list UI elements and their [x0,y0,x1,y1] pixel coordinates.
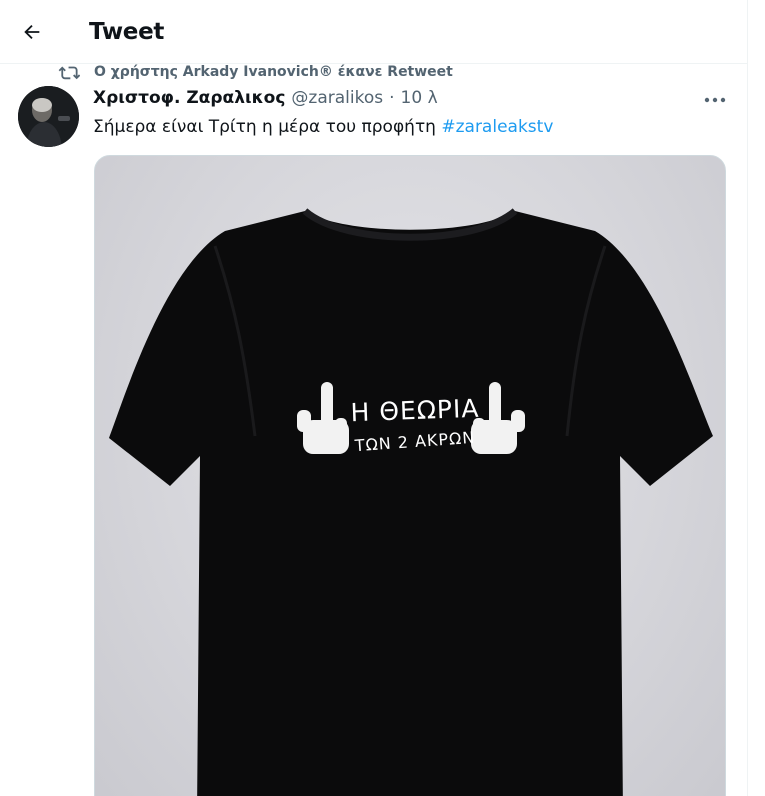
tweet-media-image[interactable]: Η ΘΕΩΡΙΑ ΤΩΝ 2 ΑΚΡΩΝ [94,155,726,796]
page-title: Tweet [89,18,165,45]
retweet-context: Ο χρήστης Arkady Ivanovich® έκανε Retwee… [58,62,453,82]
avatar-photo [18,86,79,147]
page-header: Tweet [0,0,747,64]
hashtag-link[interactable]: #zaraleakstv [441,117,553,137]
retweet-icon [58,66,80,80]
tshirt-shape [109,211,713,796]
shirt-print-line1: Η ΘΕΩΡΙΑ [350,393,480,428]
avatar[interactable] [18,86,79,147]
tshirt-image [109,208,713,796]
tweet-text: Σήμερα είναι Τρίτη η μέρα του προφήτη #z… [93,117,553,137]
back-button[interactable] [12,12,52,52]
tweet-time[interactable]: 10 λ [401,88,438,108]
author-name[interactable]: Χριστοφ. Ζαραλικος [93,88,285,108]
retweet-label[interactable]: Ο χρήστης Arkady Ivanovich® έκανε Retwee… [94,64,453,80]
arrow-left-icon [24,24,40,39]
tweet-column: Tweet Ο χρήστης Arkady Ivanovich® έκανε … [0,0,748,796]
author-handle[interactable]: @zaralikos [291,88,383,108]
more-horizontal-icon [704,97,726,103]
tweet-body: Σήμερα είναι Τρίτη η μέρα του προφήτη [93,117,442,137]
tweet-header: Χριστοφ. Ζαραλικος @zaralikos · 10 λ [93,88,438,108]
separator-dot: · [389,88,395,108]
more-options-button[interactable] [700,88,730,112]
